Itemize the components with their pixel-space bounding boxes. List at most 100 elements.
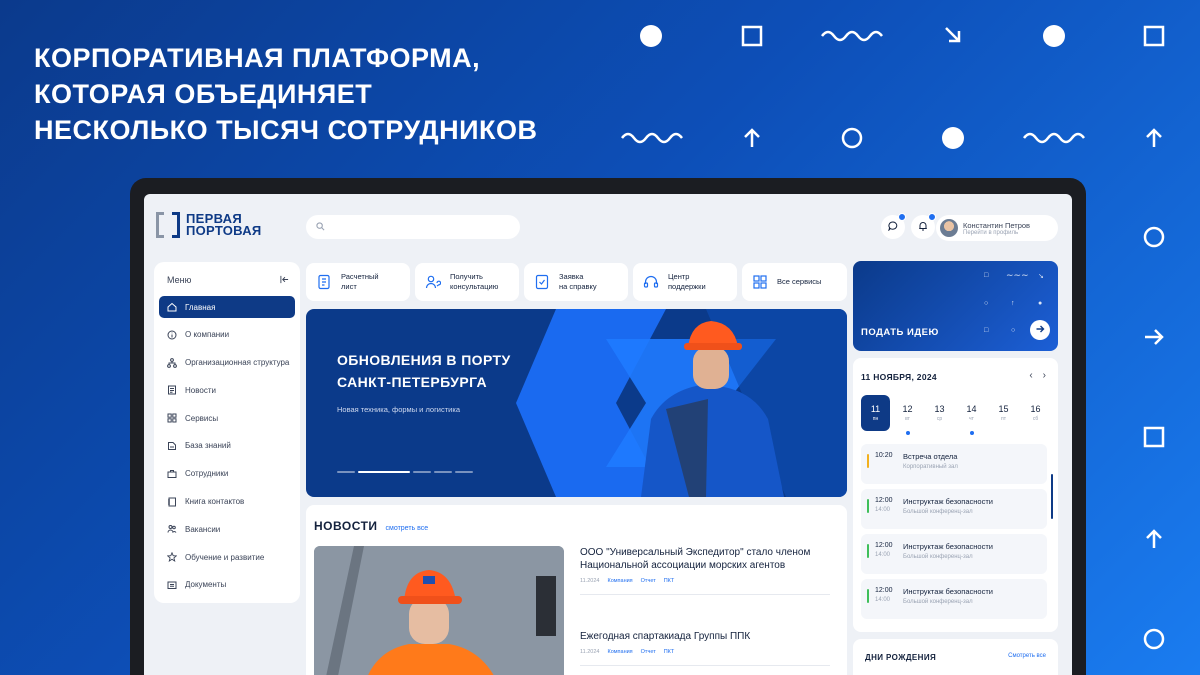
quick-action-certificate-request[interactable]: Заявка на справку <box>524 263 628 301</box>
sidebar-item-vacancies[interactable]: Вакансии <box>159 518 295 540</box>
slide-indicator[interactable] <box>337 471 355 473</box>
quick-action-support-center[interactable]: Центр поддержки <box>633 263 737 301</box>
events-scrollbar[interactable] <box>1051 474 1053 519</box>
search-input[interactable] <box>331 221 511 233</box>
notifications-button[interactable] <box>911 213 936 239</box>
event-end: 14:00 <box>875 507 891 513</box>
quick-action-label: Центр <box>668 272 690 281</box>
banner-title-line-1: ОБНОВЛЕНИЯ В ПОРТУ <box>337 352 511 368</box>
sidebar-item-employees[interactable]: Сотрудники <box>159 463 295 485</box>
sidebar-item-services[interactable]: Сервисы <box>159 407 295 429</box>
birthdays-title: ДНИ РОЖДЕНИЯ <box>865 653 937 662</box>
arrow-right-icon <box>1035 321 1045 339</box>
chevron-left-icon[interactable]: ‹ <box>1029 370 1032 381</box>
news-icon <box>167 385 177 395</box>
square-icon: □ <box>984 327 989 334</box>
calendar-day[interactable]: 14 чт <box>957 395 986 435</box>
calendar-day[interactable]: 11 пн <box>861 395 890 431</box>
sidebar-item-contacts[interactable]: Книга контактов <box>159 491 295 513</box>
wave-icon <box>1022 130 1086 144</box>
calendar-event[interactable]: 10:20 Встреча отдела Корпоративный зал <box>861 444 1047 484</box>
event-title: Инструктаж безопасности <box>903 497 993 506</box>
news-tag[interactable]: Компания <box>607 578 632 584</box>
user-profile-chip[interactable]: Константин Петров Перейти в профиль <box>936 215 1058 241</box>
sidebar-item-label: Книга контактов <box>185 497 245 507</box>
quick-action-all-services[interactable]: Все сервисы <box>742 263 847 301</box>
sidebar-item-documents[interactable]: Документы <box>159 574 295 596</box>
sidebar-item-label: Главная <box>185 302 216 312</box>
search-bar[interactable] <box>306 215 520 239</box>
avatar <box>940 219 958 237</box>
sidebar-item-home[interactable]: Главная <box>159 296 295 318</box>
news-photo[interactable] <box>314 546 564 675</box>
user-profile-link[interactable]: Перейти в профиль <box>963 230 1030 236</box>
news-article[interactable]: ООО "Универсальный Экспедитор" стало чле… <box>580 546 830 595</box>
knowledge-icon <box>167 441 177 451</box>
sidebar-item-label: Сервисы <box>185 413 219 423</box>
slide-indicator-active[interactable] <box>358 471 410 473</box>
event-start: 10:20 <box>875 452 893 459</box>
info-icon <box>167 330 177 340</box>
slide-indicator[interactable] <box>413 471 431 473</box>
calendar-day[interactable]: 16 сб <box>1021 395 1050 431</box>
sidebar-item-label: О компании <box>185 330 230 340</box>
calendar-day[interactable]: 15 пт <box>989 395 1018 431</box>
sidebar-item-knowledge-base[interactable]: База знаний <box>159 435 295 457</box>
quick-action-consultation[interactable]: Получить консультацию <box>415 263 519 301</box>
birthdays-see-all-link[interactable]: Смотреть все <box>1008 653 1046 659</box>
hero-banner[interactable]: ОБНОВЛЕНИЯ В ПОРТУ САНКТ-ПЕТЕРБУРГА Нова… <box>306 309 847 497</box>
chat-badge <box>898 213 906 221</box>
news-article[interactable]: Ежегодная спартакиада Группы ППК 11.2024… <box>580 630 830 666</box>
sidebar-item-learning[interactable]: Обучение и развитие <box>159 546 295 568</box>
headset-icon <box>642 273 660 291</box>
event-place: Большой конференц-зал <box>903 554 973 560</box>
calendar-day[interactable]: 13 ср <box>925 395 954 431</box>
event-place: Большой конференц-зал <box>903 509 973 515</box>
filled-circle-icon: ● <box>1038 300 1043 307</box>
filled-circle-icon <box>640 25 662 47</box>
grid-icon <box>751 273 769 291</box>
submit-idea-button[interactable] <box>1030 320 1050 340</box>
chevron-right-icon[interactable]: › <box>1043 370 1046 381</box>
sidebar-item-about[interactable]: О компании <box>159 324 295 346</box>
event-color-bar <box>867 544 869 558</box>
event-color-bar <box>867 589 869 603</box>
calendar-event[interactable]: 12:00 14:00 Инструктаж безопасности Большо… <box>861 534 1047 574</box>
sidebar-item-news[interactable]: Новости <box>159 379 295 401</box>
collapse-sidebar-icon[interactable] <box>280 275 289 286</box>
news-tag[interactable]: Отчет <box>641 649 656 655</box>
quick-action-payslip[interactable]: Расчетный лист <box>306 263 410 301</box>
home-icon <box>167 302 177 312</box>
sidebar-item-org-structure[interactable]: Организационная структура <box>159 352 295 374</box>
payslip-icon <box>315 273 333 291</box>
event-color-bar <box>867 454 869 468</box>
sidebar-item-label: Новости <box>185 385 216 395</box>
arrow-up-icon <box>1143 127 1165 149</box>
calendar-event[interactable]: 12:00 14:00 Инструктаж безопасности Большо… <box>861 579 1047 619</box>
chat-button[interactable] <box>881 213 906 239</box>
news-tag[interactable]: ПКТ <box>664 649 675 655</box>
news-see-all-link[interactable]: смотреть все <box>386 525 429 532</box>
news-article-title[interactable]: Ежегодная спартакиада Группы ППК <box>580 630 830 643</box>
news-article-title[interactable]: ООО "Универсальный Экспедитор" стало чле… <box>580 546 830 572</box>
news-tag[interactable]: Отчет <box>641 578 656 584</box>
org-structure-icon <box>167 357 177 368</box>
submit-idea-card[interactable]: □ ∼∼∼ ↘ ○ ↑ ● □ ○ ПОДАТЬ ИДЕЮ <box>853 261 1058 351</box>
slide-indicator[interactable] <box>455 471 473 473</box>
calendar-day[interactable]: 12 вт <box>893 395 922 435</box>
submit-idea-label: ПОДАТЬ ИДЕЮ <box>861 327 939 338</box>
divider <box>580 665 830 666</box>
slide-indicator[interactable] <box>434 471 452 473</box>
quick-action-label: Заявка <box>559 272 584 281</box>
event-title: Инструктаж безопасности <box>903 587 993 596</box>
logo-mark-icon <box>156 212 180 238</box>
company-logo[interactable]: ПЕРВАЯ ПОРТОВАЯ <box>156 212 262 238</box>
calendar-event[interactable]: 12:00 14:00 Инструктаж безопасности Большо… <box>861 489 1047 529</box>
sidebar-item-label: База знаний <box>185 441 231 451</box>
square-icon <box>1143 25 1165 47</box>
news-tag[interactable]: Компания <box>607 649 632 655</box>
wave-icon <box>820 28 884 42</box>
news-tag[interactable]: ПКТ <box>664 578 675 584</box>
event-title: Инструктаж безопасности <box>903 542 993 551</box>
banner-subtitle: Новая техника, формы и логистика <box>337 405 460 414</box>
